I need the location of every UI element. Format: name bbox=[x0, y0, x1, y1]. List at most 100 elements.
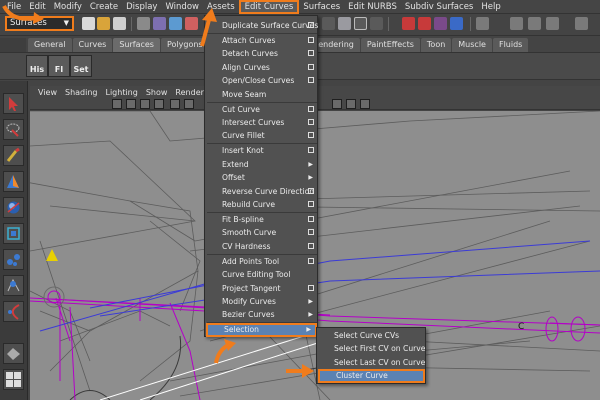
shelf-button-fi[interactable]: FI bbox=[48, 55, 70, 77]
menu-item-insert-knot[interactable]: Insert Knot bbox=[206, 144, 317, 157]
option-box-icon[interactable] bbox=[308, 147, 314, 154]
option-box-icon[interactable] bbox=[308, 37, 314, 43]
tool-settings-icon[interactable] bbox=[528, 17, 541, 30]
shelf-tab-surfaces[interactable]: Surfaces bbox=[113, 38, 160, 52]
bookmark-icon[interactable] bbox=[126, 99, 136, 109]
scale-tool-icon[interactable] bbox=[3, 223, 24, 244]
option-box-icon[interactable] bbox=[308, 50, 314, 57]
share-icon[interactable] bbox=[360, 99, 370, 109]
menu-edit-nurbs[interactable]: Edit NURBS bbox=[344, 0, 401, 14]
curve-tool-icon[interactable] bbox=[3, 301, 24, 322]
menu-item-fit-b-spline[interactable]: Fit B-spline bbox=[206, 213, 317, 226]
layer-editor-icon[interactable] bbox=[575, 17, 588, 30]
menu-help[interactable]: Help bbox=[477, 0, 504, 14]
menu-item-project-tangent[interactable]: Project Tangent bbox=[206, 282, 317, 295]
ipr-render-icon[interactable] bbox=[418, 17, 431, 30]
menu-item-attach-curves[interactable]: Attach Curves bbox=[206, 34, 317, 47]
shelf-tab-curves[interactable]: Curves bbox=[72, 38, 113, 52]
panel-menu-view[interactable]: View bbox=[34, 88, 61, 97]
xray-icon[interactable] bbox=[332, 99, 342, 109]
menu-item-move-seam[interactable]: Move Seam bbox=[206, 88, 317, 101]
submenu-item-select-last-cv-on-curve[interactable]: Select Last CV on Curve bbox=[318, 356, 425, 369]
option-box-icon[interactable] bbox=[308, 187, 314, 194]
move-tool-icon[interactable] bbox=[3, 171, 24, 192]
soft-modify-tool-icon[interactable] bbox=[3, 275, 24, 296]
menu-item-bezier-curves[interactable]: Bezier Curves ▶ bbox=[206, 308, 317, 321]
shelf-tab-fluids[interactable]: Fluids bbox=[492, 38, 529, 52]
paint-select-tool-icon[interactable] bbox=[3, 145, 24, 166]
menu-item-rebuild-curve[interactable]: Rebuild Curve bbox=[206, 198, 317, 211]
menu-item-cut-curve[interactable]: Cut Curve bbox=[206, 103, 317, 116]
menu-edit-curves[interactable]: Edit Curves bbox=[238, 0, 300, 14]
option-box-icon[interactable] bbox=[308, 105, 314, 112]
snap-plane-icon[interactable] bbox=[370, 17, 383, 30]
shelf-button-set[interactable]: Set bbox=[70, 55, 92, 77]
menu-item-offset[interactable]: Offset ▶ bbox=[206, 171, 317, 184]
option-box-icon[interactable] bbox=[308, 119, 314, 125]
render-icon[interactable] bbox=[402, 17, 415, 30]
select-hierarchy-icon[interactable] bbox=[137, 17, 150, 30]
submenu-item-cluster-curve[interactable]: Cluster Curve bbox=[318, 369, 425, 383]
panel-menu-show[interactable]: Show bbox=[142, 88, 172, 97]
rotate-tool-icon[interactable] bbox=[3, 197, 24, 218]
menu-item-modify-curves[interactable]: Modify Curves ▶ bbox=[206, 295, 317, 308]
option-box-icon[interactable] bbox=[308, 132, 314, 139]
menu-item-intersect-curves[interactable]: Intersect Curves bbox=[206, 116, 317, 129]
menu-item-cv-hardness[interactable]: CV Hardness bbox=[206, 240, 317, 253]
option-box-icon[interactable] bbox=[308, 63, 314, 70]
menu-item-curve-editing-tool[interactable]: Curve Editing Tool bbox=[206, 268, 317, 281]
lasso-tool-icon[interactable] bbox=[3, 119, 24, 140]
menu-item-add-points-tool[interactable]: Add Points Tool bbox=[206, 255, 317, 268]
layout-four-icon[interactable] bbox=[3, 369, 24, 390]
menu-surfaces[interactable]: Surfaces bbox=[299, 0, 344, 14]
open-scene-icon[interactable] bbox=[97, 17, 110, 30]
attribute-editor-icon[interactable] bbox=[510, 17, 523, 30]
shelf-button-history[interactable]: His bbox=[26, 55, 48, 77]
isolate-select-icon[interactable] bbox=[346, 99, 356, 109]
menu-item-align-curves[interactable]: Align Curves bbox=[206, 61, 317, 74]
shelf-tab-muscle[interactable]: Muscle bbox=[452, 38, 492, 52]
shelf-tab-toon[interactable]: Toon bbox=[420, 38, 452, 52]
panel-menu-lighting[interactable]: Lighting bbox=[101, 88, 141, 97]
input-line-icon[interactable] bbox=[476, 17, 489, 30]
shelf-tab-painteffects[interactable]: PaintEffects bbox=[360, 38, 420, 52]
layout-single-icon[interactable] bbox=[3, 343, 24, 364]
option-box-icon[interactable] bbox=[308, 229, 314, 236]
option-box-icon[interactable] bbox=[308, 242, 314, 249]
option-box-icon[interactable] bbox=[308, 257, 314, 264]
option-box-icon[interactable] bbox=[308, 216, 314, 222]
menu-item-detach-curves[interactable]: Detach Curves bbox=[206, 47, 317, 60]
option-box-icon[interactable] bbox=[308, 77, 314, 84]
menu-modify[interactable]: Modify bbox=[50, 0, 86, 14]
resolution-gate-icon[interactable] bbox=[184, 99, 194, 109]
select-object-icon[interactable] bbox=[153, 17, 166, 30]
panel-menu-shading[interactable]: Shading bbox=[61, 88, 102, 97]
shelf-tab-general[interactable]: General bbox=[28, 38, 72, 52]
snap-grid-icon[interactable] bbox=[322, 17, 335, 30]
channel-box-icon[interactable] bbox=[546, 17, 559, 30]
submenu-item-select-curve-cvs[interactable]: Select Curve CVs bbox=[318, 329, 425, 342]
new-scene-icon[interactable] bbox=[82, 17, 95, 30]
option-box-icon[interactable] bbox=[308, 284, 314, 291]
menu-item-reverse-curve-direction[interactable]: Reverse Curve Direction bbox=[206, 185, 317, 198]
select-tool-icon[interactable] bbox=[3, 93, 24, 114]
hypershade-icon[interactable] bbox=[450, 17, 463, 30]
select-component-icon[interactable] bbox=[169, 17, 182, 30]
menu-item-curve-fillet[interactable]: Curve Fillet bbox=[206, 129, 317, 142]
film-gate-icon[interactable] bbox=[170, 99, 180, 109]
menu-item-extend[interactable]: Extend ▶ bbox=[206, 158, 317, 171]
menu-item-smooth-curve[interactable]: Smooth Curve bbox=[206, 226, 317, 239]
grid-icon[interactable] bbox=[154, 99, 164, 109]
menu-item-selection[interactable]: Selection ▶ bbox=[206, 323, 317, 337]
menu-item-open-close-curves[interactable]: Open/Close Curves bbox=[206, 74, 317, 87]
save-scene-icon[interactable] bbox=[113, 17, 126, 30]
option-box-icon[interactable] bbox=[308, 22, 314, 28]
menu-create[interactable]: Create bbox=[86, 0, 122, 14]
submenu-item-select-first-cv-on-curve[interactable]: Select First CV on Curve bbox=[318, 342, 425, 355]
option-box-icon[interactable] bbox=[308, 201, 314, 207]
snap-point-icon[interactable] bbox=[354, 17, 367, 30]
snap-curve-icon[interactable] bbox=[338, 17, 351, 30]
manipulator-tool-icon[interactable] bbox=[3, 249, 24, 270]
menu-display[interactable]: Display bbox=[122, 0, 161, 14]
render-settings-icon[interactable] bbox=[434, 17, 447, 30]
